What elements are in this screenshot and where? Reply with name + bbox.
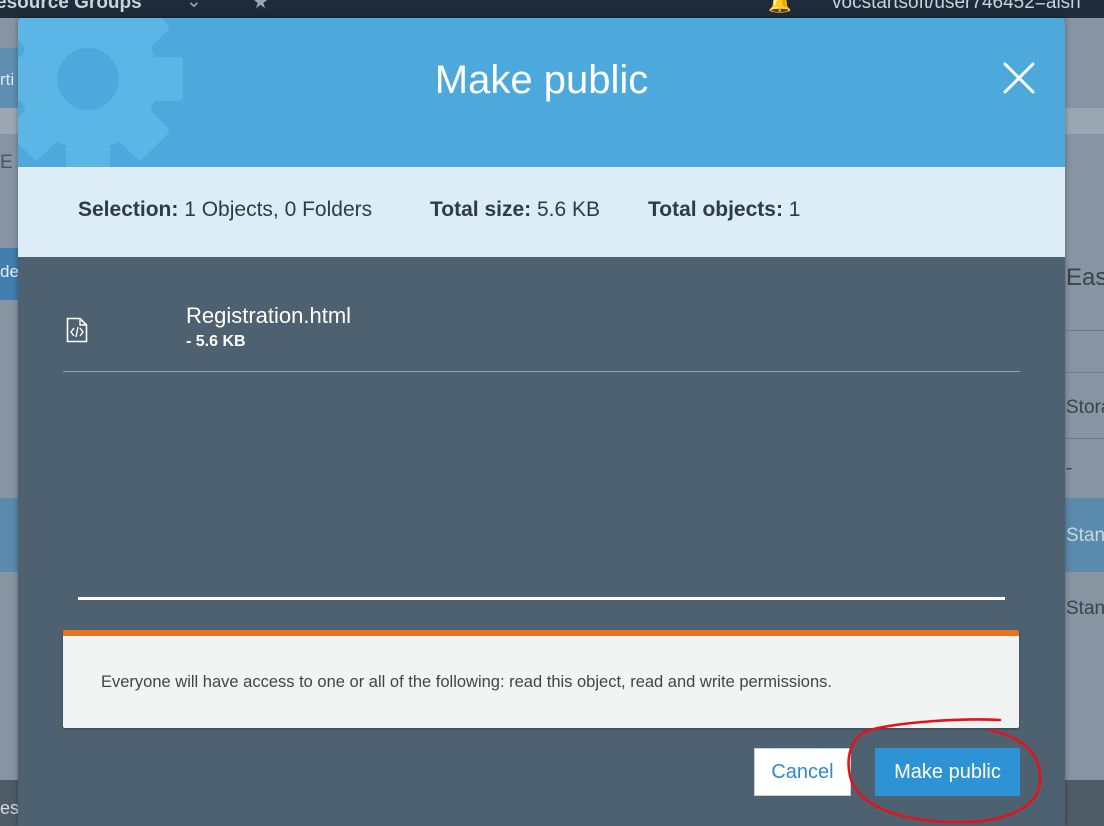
background-standard-text: Stanc [1066,598,1104,619]
total-objects-label: Total objects: [648,198,783,221]
background-selected-label: de [0,262,19,281]
total-size-value: 5.6 KB [536,198,601,221]
make-public-dialog: Make public Selection: 1 Objects, 0 Fold… [18,18,1065,826]
background-dash-text: - [1066,458,1073,479]
console-top-bar: esource Groups ⌄ ★ 🔔 vocstartsoft/user74… [0,0,1104,18]
dialog-title: Make public [434,58,649,102]
background-standard-text: Stanc [1066,525,1104,546]
background-region-text: Eas [1066,264,1104,291]
file-list-item: Registration.html - 5.6 KB [63,278,1020,372]
background-search-text: E [0,152,13,173]
background-row-divider [1066,372,1104,373]
background-row-divider [1066,438,1104,439]
dialog-header: Make public [18,18,1065,167]
file-name: Registration.html [186,303,352,328]
bell-icon[interactable]: 🔔 [768,0,792,15]
total-objects-value: 1 [788,198,801,221]
background-footer-text: es [0,798,20,818]
total-size-info: Total size: 5.6 KB [430,198,600,222]
selection-value: 1 Objects, 0 Folders [184,198,373,221]
background-storage-text: Stora [1066,397,1104,418]
close-icon[interactable] [1002,61,1036,95]
make-public-button[interactable]: Make public [875,748,1020,796]
total-objects-info: Total objects: 1 [648,198,800,222]
cancel-button[interactable]: Cancel [754,748,851,796]
pin-icon[interactable]: ★ [252,0,269,14]
account-menu[interactable]: vocstartsoft/user746452=aish [832,0,1081,14]
chevron-down-icon[interactable]: ⌄ [186,0,202,13]
selection-info: Selection: 1 Objects, 0 Folders [78,198,372,222]
total-size-label: Total size: [430,198,532,221]
selection-summary: Selection: 1 Objects, 0 Folders Total si… [18,167,1065,257]
background-tab-label: rti [0,70,15,89]
html-file-icon [66,317,88,343]
resource-groups-menu[interactable]: esource Groups [0,0,142,14]
warning-alert: Everyone will have access to one or all … [63,630,1019,728]
background-row-divider [1066,330,1104,331]
progress-bar [78,597,1005,600]
selection-label: Selection: [78,198,179,221]
warning-text: Everyone will have access to one or all … [101,673,832,691]
file-size: - 5.6 KB [186,333,246,350]
